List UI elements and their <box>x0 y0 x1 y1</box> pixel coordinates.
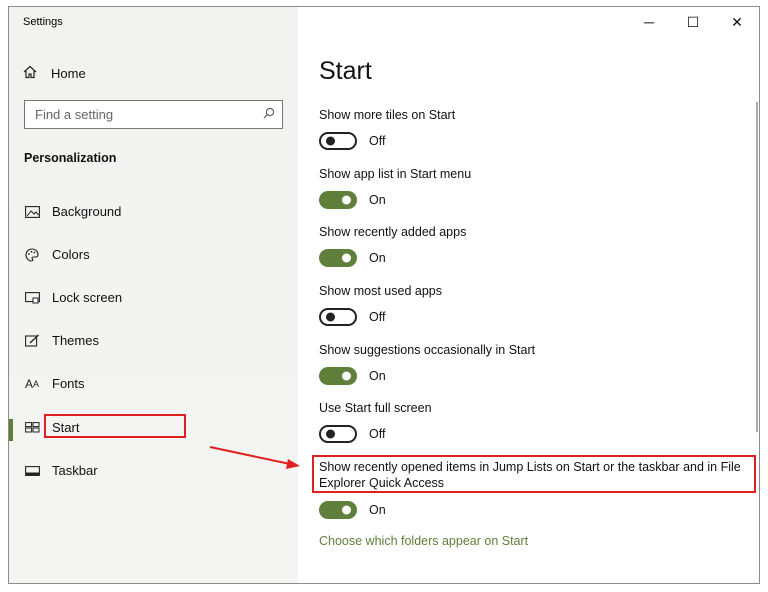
start-icon <box>24 421 40 435</box>
home-icon <box>23 65 37 82</box>
sidebar-item-label: Fonts <box>52 376 85 391</box>
toggle-full-screen[interactable]: Off <box>319 425 385 443</box>
home-nav-item[interactable]: Home <box>23 65 86 82</box>
fonts-icon: AA <box>24 376 40 391</box>
section-personalization: Personalization <box>24 151 117 165</box>
setting-label: Use Start full screen <box>319 401 432 415</box>
setting-label: Show app list in Start menu <box>319 167 472 181</box>
toggle-state: On <box>369 369 386 383</box>
page-title: Start <box>319 57 372 85</box>
setting-label: Show most used apps <box>319 284 442 298</box>
sidebar-item-fonts[interactable]: AA Fonts <box>24 376 85 391</box>
toggle-jump-lists[interactable]: On <box>319 501 386 519</box>
window-controls: ─ ☐ ✕ <box>627 7 759 37</box>
toggle-state: On <box>369 503 386 517</box>
toggle-state: On <box>369 193 386 207</box>
search-input[interactable]: Find a setting <box>24 100 283 129</box>
palette-icon <box>24 247 40 262</box>
setting-label: Show recently added apps <box>319 225 467 239</box>
search-icon[interactable] <box>256 107 282 122</box>
scrollbar[interactable] <box>756 102 758 432</box>
settings-window: Settings Home Find a setting Personaliza… <box>8 6 760 584</box>
toggle-suggestions[interactable]: On <box>319 367 386 385</box>
toggle-state: On <box>369 251 386 265</box>
maximize-icon: ☐ <box>686 13 700 30</box>
toggle-recently-added[interactable]: On <box>319 249 386 267</box>
main-panel: Start Show more tiles on Start Off Show … <box>298 7 759 583</box>
minimize-button[interactable]: ─ <box>627 7 671 37</box>
start-highlight-box <box>44 414 186 438</box>
sidebar-item-label: Background <box>52 204 122 219</box>
toggle-switch[interactable] <box>319 425 357 443</box>
toggle-more-tiles[interactable]: Off <box>319 132 385 150</box>
sidebar-item-label: Taskbar <box>52 463 98 478</box>
selection-indicator <box>9 419 13 441</box>
sidebar-item-colors[interactable]: Colors <box>24 247 90 262</box>
toggle-switch[interactable] <box>319 367 357 385</box>
sidebar-item-label: Lock screen <box>52 290 123 305</box>
minimize-icon: ─ <box>644 14 654 30</box>
close-icon: ✕ <box>731 13 743 30</box>
toggle-state: Off <box>369 427 386 441</box>
setting-label: Show recently opened items in Jump Lists… <box>319 460 741 490</box>
sidebar-item-themes[interactable]: Themes <box>24 333 99 348</box>
sidebar-item-background[interactable]: Background <box>24 204 121 219</box>
setting-label: Show suggestions occasionally in Start <box>319 343 536 357</box>
taskbar-icon <box>24 464 40 478</box>
window-title: Settings <box>23 16 63 28</box>
toggle-state: Off <box>369 134 386 148</box>
home-label: Home <box>51 66 86 81</box>
toggle-switch[interactable] <box>319 191 357 209</box>
maximize-button[interactable]: ☐ <box>671 7 715 37</box>
image-icon <box>24 205 40 219</box>
toggle-most-used[interactable]: Off <box>319 308 385 326</box>
lock-screen-icon <box>24 291 40 305</box>
toggle-switch[interactable] <box>319 308 357 326</box>
search-placeholder: Find a setting <box>35 107 114 122</box>
toggle-switch[interactable] <box>319 501 357 519</box>
sidebar-item-taskbar[interactable]: Taskbar <box>24 463 98 478</box>
toggle-app-list[interactable]: On <box>319 191 386 209</box>
sidebar: Settings Home Find a setting Personaliza… <box>9 7 298 583</box>
sidebar-item-label: Themes <box>52 333 99 348</box>
choose-folders-link[interactable]: Choose which folders appear on Start <box>319 534 528 548</box>
close-button[interactable]: ✕ <box>715 7 759 37</box>
toggle-state: Off <box>369 310 386 324</box>
sidebar-item-lock-screen[interactable]: Lock screen <box>24 290 122 305</box>
toggle-switch[interactable] <box>319 249 357 267</box>
toggle-switch[interactable] <box>319 132 357 150</box>
themes-icon <box>24 334 40 348</box>
sidebar-item-label: Colors <box>52 247 90 262</box>
setting-label: Show more tiles on Start <box>319 108 456 122</box>
